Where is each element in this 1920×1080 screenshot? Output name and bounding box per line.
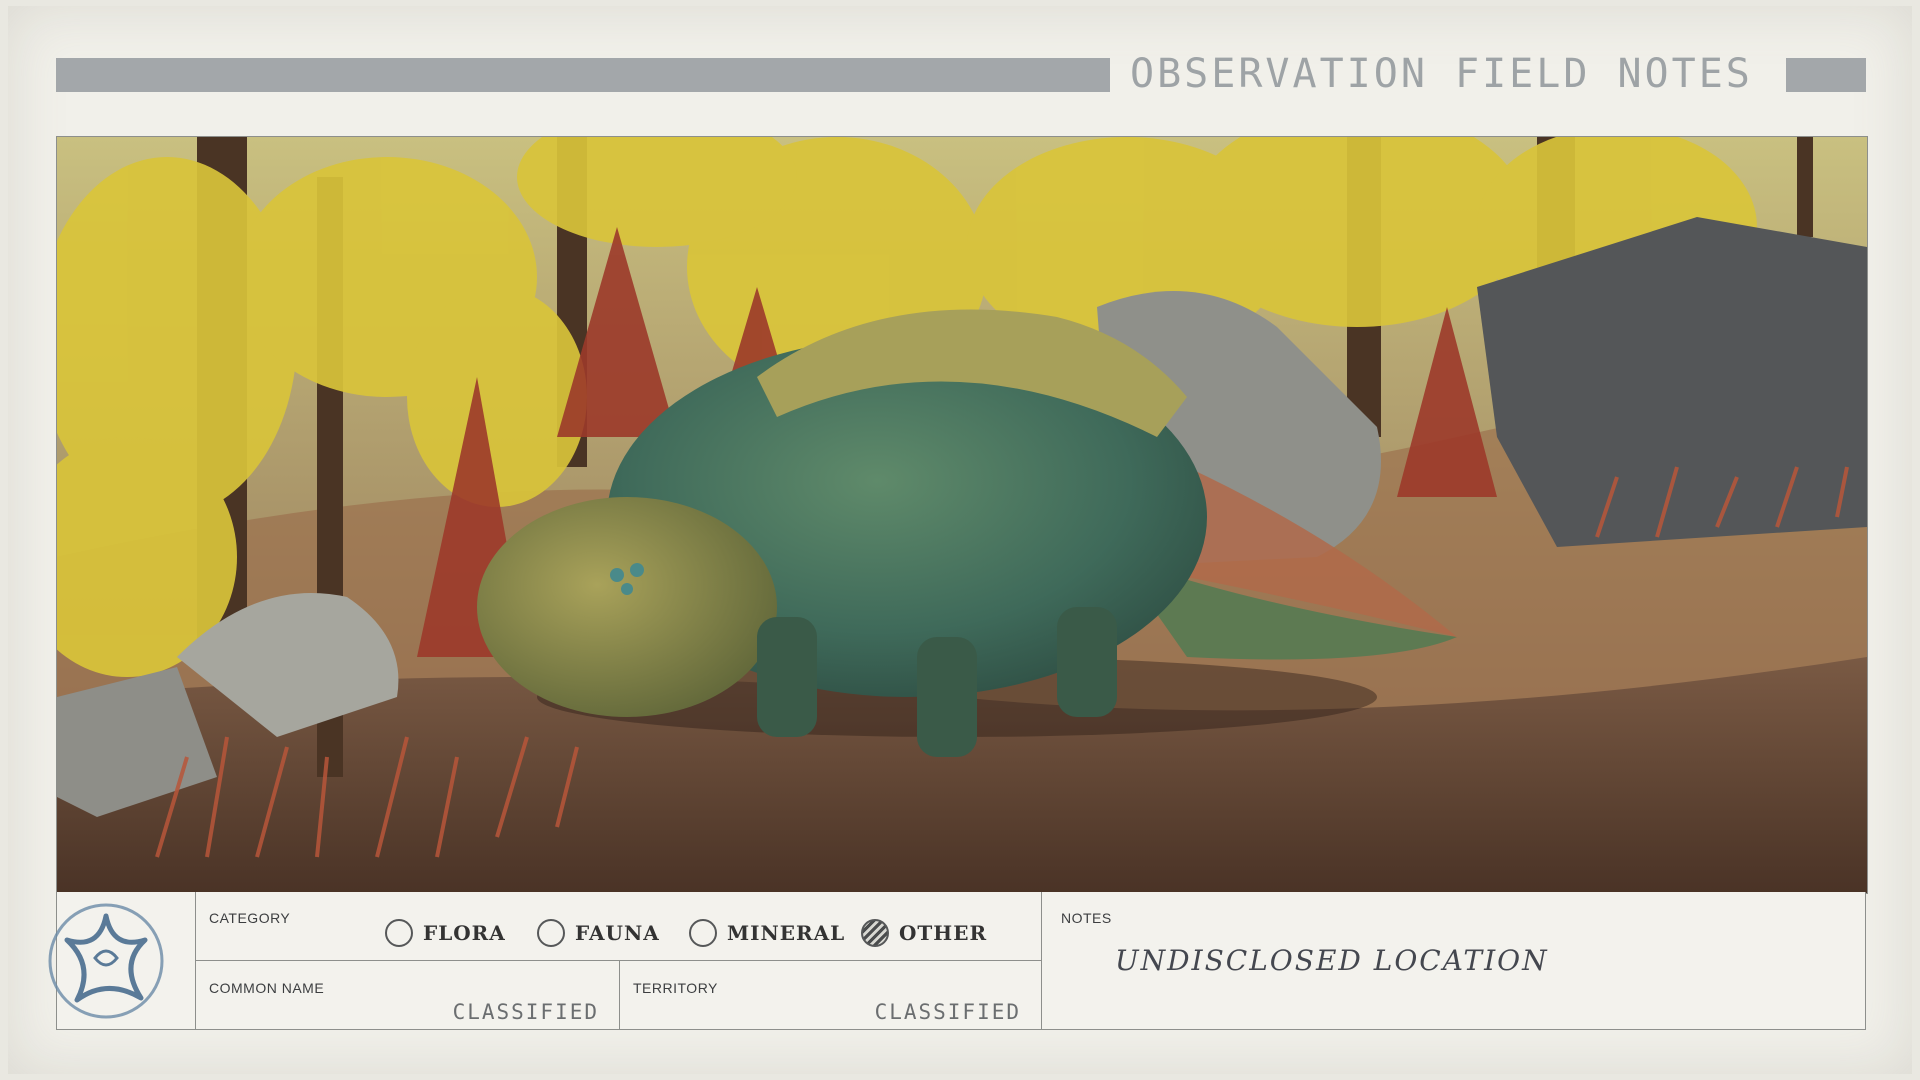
field-notes-card: OBSERVATION FIELD NOTES CATEGORY FLORA F… bbox=[8, 6, 1912, 1074]
radio-icon[interactable] bbox=[385, 919, 413, 947]
common-name-label: COMMON NAME bbox=[209, 980, 325, 996]
divider bbox=[195, 892, 196, 1030]
option-label: OTHER bbox=[899, 921, 988, 945]
radio-icon[interactable] bbox=[537, 919, 565, 947]
notes-value: UNDISCLOSED LOCATION bbox=[1115, 944, 1549, 977]
info-panel: CATEGORY FLORA FAUNA MINERAL OTHER COMMO… bbox=[48, 892, 1866, 1030]
divider bbox=[195, 960, 1041, 961]
divider bbox=[1041, 892, 1042, 1030]
option-other[interactable]: OTHER bbox=[861, 916, 987, 950]
territory-value: CLASSIFIED bbox=[874, 1000, 1021, 1024]
option-label: MINERAL bbox=[727, 921, 846, 945]
option-mineral[interactable]: MINERAL bbox=[689, 916, 845, 950]
page-title: OBSERVATION FIELD NOTES bbox=[1130, 51, 1753, 97]
option-label: FLORA bbox=[423, 921, 506, 945]
creature-photo bbox=[56, 136, 1868, 894]
divider bbox=[619, 960, 620, 1030]
option-flora[interactable]: FLORA bbox=[385, 916, 506, 950]
header-bar-right bbox=[1786, 58, 1866, 92]
territory-label: TERRITORY bbox=[633, 980, 718, 996]
category-label: CATEGORY bbox=[209, 910, 291, 926]
option-label: FAUNA bbox=[575, 921, 660, 945]
option-fauna[interactable]: FAUNA bbox=[537, 916, 660, 950]
notes-label: NOTES bbox=[1061, 910, 1112, 926]
common-name-value: CLASSIFIED bbox=[452, 1000, 599, 1024]
header-bar-left bbox=[56, 58, 1110, 92]
radio-selected-icon[interactable] bbox=[861, 919, 889, 947]
emblem-icon bbox=[48, 903, 164, 1019]
radio-icon[interactable] bbox=[689, 919, 717, 947]
